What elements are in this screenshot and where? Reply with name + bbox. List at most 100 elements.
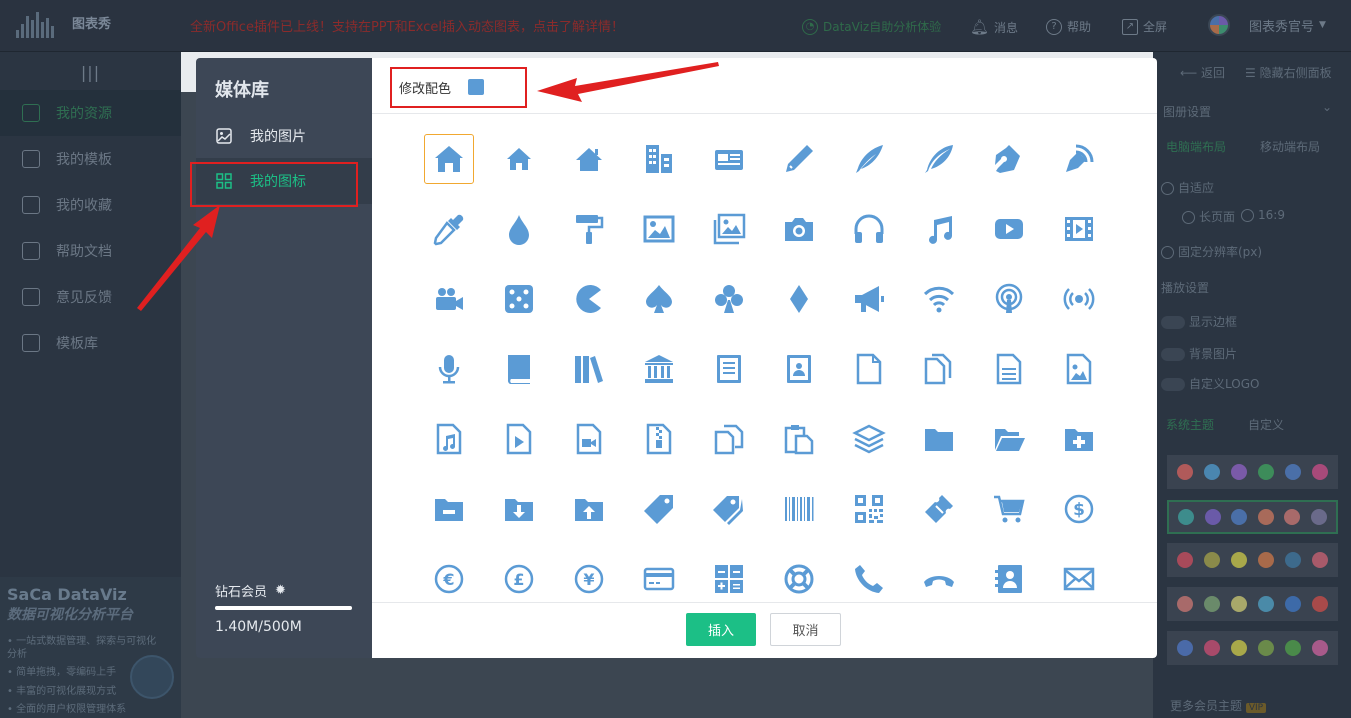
microphone-icon[interactable]	[424, 344, 474, 394]
pen-icon[interactable]	[984, 134, 1034, 184]
file-lines-icon[interactable]	[984, 344, 1034, 394]
ticket-icon[interactable]	[914, 484, 964, 534]
folder-open-icon[interactable]	[984, 414, 1034, 464]
feather-icon[interactable]	[914, 134, 964, 184]
back-button[interactable]: ⟵ 返回	[1180, 64, 1225, 81]
paste-icon[interactable]	[774, 414, 824, 464]
cancel-button[interactable]: 取消	[770, 613, 841, 646]
file-picture-icon[interactable]	[1054, 344, 1104, 394]
barcode-icon[interactable]	[774, 484, 824, 534]
pencil-icon[interactable]	[774, 134, 824, 184]
folder-download-icon[interactable]	[494, 484, 544, 534]
file-play-icon[interactable]	[494, 414, 544, 464]
qrcode-icon[interactable]	[844, 484, 894, 534]
theme-option[interactable]	[1167, 631, 1338, 665]
books-icon[interactable]	[564, 344, 614, 394]
broadcast-icon[interactable]	[1054, 274, 1104, 324]
paint-roller-icon[interactable]	[564, 204, 614, 254]
background-image-toggle[interactable]: 背景图片	[1161, 345, 1237, 362]
dice-icon[interactable]	[494, 274, 544, 324]
fixed-resolution-radio[interactable]: 固定分辨率(px)	[1161, 243, 1262, 260]
eyedropper-icon[interactable]	[424, 204, 474, 254]
gear-icon[interactable]: ✹	[275, 583, 286, 598]
announcement-link[interactable]: 全新Office插件已上线！支持在PPT和Excel插入动态图表，点击了解详情！	[190, 16, 624, 35]
folder-plus-icon[interactable]	[1054, 414, 1104, 464]
messages-button[interactable]: 🔔︎ 消息	[970, 18, 1018, 36]
credit-card-icon[interactable]	[634, 554, 684, 602]
fullscreen-button[interactable]: ↗ 全屏	[1122, 18, 1167, 35]
quill-icon[interactable]	[844, 134, 894, 184]
sidebar-item[interactable]: 模板库	[0, 320, 181, 366]
file-text-icon[interactable]	[704, 344, 754, 394]
home-alt-icon[interactable]	[564, 134, 614, 184]
dataviz-trial-link[interactable]: ◔ DataViz自助分析体验	[802, 18, 941, 35]
coin-pound-icon[interactable]: £	[494, 554, 544, 602]
image-icon[interactable]	[634, 204, 684, 254]
tab-mobile-layout[interactable]: 移动端布局	[1260, 138, 1320, 155]
adaptive-radio[interactable]: 自适应	[1161, 179, 1214, 196]
user-menu[interactable]: 图表秀官号 ▼	[1208, 14, 1326, 36]
tab-custom-theme[interactable]: 自定义	[1248, 416, 1284, 433]
headphones-icon[interactable]	[844, 204, 894, 254]
sidebar-item[interactable]: 我的资源	[0, 90, 181, 136]
video-camera-icon[interactable]	[424, 274, 474, 324]
coin-euro-icon[interactable]: €	[424, 554, 474, 602]
ratio-radio[interactable]: 16:9	[1241, 208, 1285, 222]
cart-icon[interactable]	[984, 484, 1034, 534]
theme-option[interactable]	[1167, 455, 1338, 489]
wifi-icon[interactable]	[914, 274, 964, 324]
menu-my-images[interactable]: 我的图片	[196, 113, 372, 159]
calculator-icon[interactable]	[704, 554, 754, 602]
file-music-icon[interactable]	[424, 414, 474, 464]
sidebar-item[interactable]: 我的收藏	[0, 182, 181, 228]
sidebar-item[interactable]: 我的模板	[0, 136, 181, 182]
envelope-icon[interactable]	[1054, 554, 1104, 602]
files-icon[interactable]	[914, 344, 964, 394]
more-themes-link[interactable]: 更多会员主题 VIP	[1170, 697, 1267, 714]
coin-dollar-icon[interactable]: $	[1054, 484, 1104, 534]
camera-icon[interactable]	[774, 204, 824, 254]
library-icon[interactable]	[634, 344, 684, 394]
folder-upload-icon[interactable]	[564, 484, 614, 534]
chevron-down-icon[interactable]: ⌄	[1322, 100, 1332, 114]
diamond-icon[interactable]	[774, 274, 824, 324]
spade-icon[interactable]	[634, 274, 684, 324]
folder-minus-icon[interactable]	[424, 484, 474, 534]
insert-button[interactable]: 插入	[686, 613, 756, 646]
club-icon[interactable]	[704, 274, 754, 324]
home-icon[interactable]	[424, 134, 474, 184]
newspaper-icon[interactable]	[704, 134, 754, 184]
tab-system-theme[interactable]: 系统主题	[1166, 416, 1214, 433]
stack-icon[interactable]	[844, 414, 894, 464]
lifebuoy-icon[interactable]	[774, 554, 824, 602]
hide-panel-button[interactable]: ☰ 隐藏右侧面板	[1245, 64, 1332, 81]
pacman-icon[interactable]	[564, 274, 614, 324]
home-small-icon[interactable]	[494, 134, 544, 184]
theme-option[interactable]	[1167, 500, 1338, 534]
images-icon[interactable]	[704, 204, 754, 254]
tab-desktop-layout[interactable]: 电脑端布局	[1166, 138, 1226, 155]
landscape-radio[interactable]: 长页面	[1182, 208, 1235, 225]
copy-icon[interactable]	[704, 414, 754, 464]
play-icon[interactable]	[984, 204, 1034, 254]
file-zip-icon[interactable]	[634, 414, 684, 464]
blog-icon[interactable]	[1054, 134, 1104, 184]
theme-option[interactable]	[1167, 543, 1338, 577]
coin-yen-icon[interactable]: ¥	[564, 554, 614, 602]
sidebar-item[interactable]: 帮助文档	[0, 228, 181, 274]
price-tag-icon[interactable]	[634, 484, 684, 534]
podcast-icon[interactable]	[984, 274, 1034, 324]
music-icon[interactable]	[914, 204, 964, 254]
price-tags-icon[interactable]	[704, 484, 754, 534]
file-video-icon[interactable]	[564, 414, 614, 464]
droplet-icon[interactable]	[494, 204, 544, 254]
film-icon[interactable]	[1054, 204, 1104, 254]
phone-icon[interactable]	[844, 554, 894, 602]
bullhorn-icon[interactable]	[844, 274, 894, 324]
folder-icon[interactable]	[914, 414, 964, 464]
sidebar-item[interactable]: 意见反馈	[0, 274, 181, 320]
custom-logo-toggle[interactable]: 自定义LOGO	[1161, 375, 1259, 392]
theme-option[interactable]	[1167, 587, 1338, 621]
help-button[interactable]: ? 帮助	[1046, 18, 1091, 35]
address-book-icon[interactable]	[984, 554, 1034, 602]
